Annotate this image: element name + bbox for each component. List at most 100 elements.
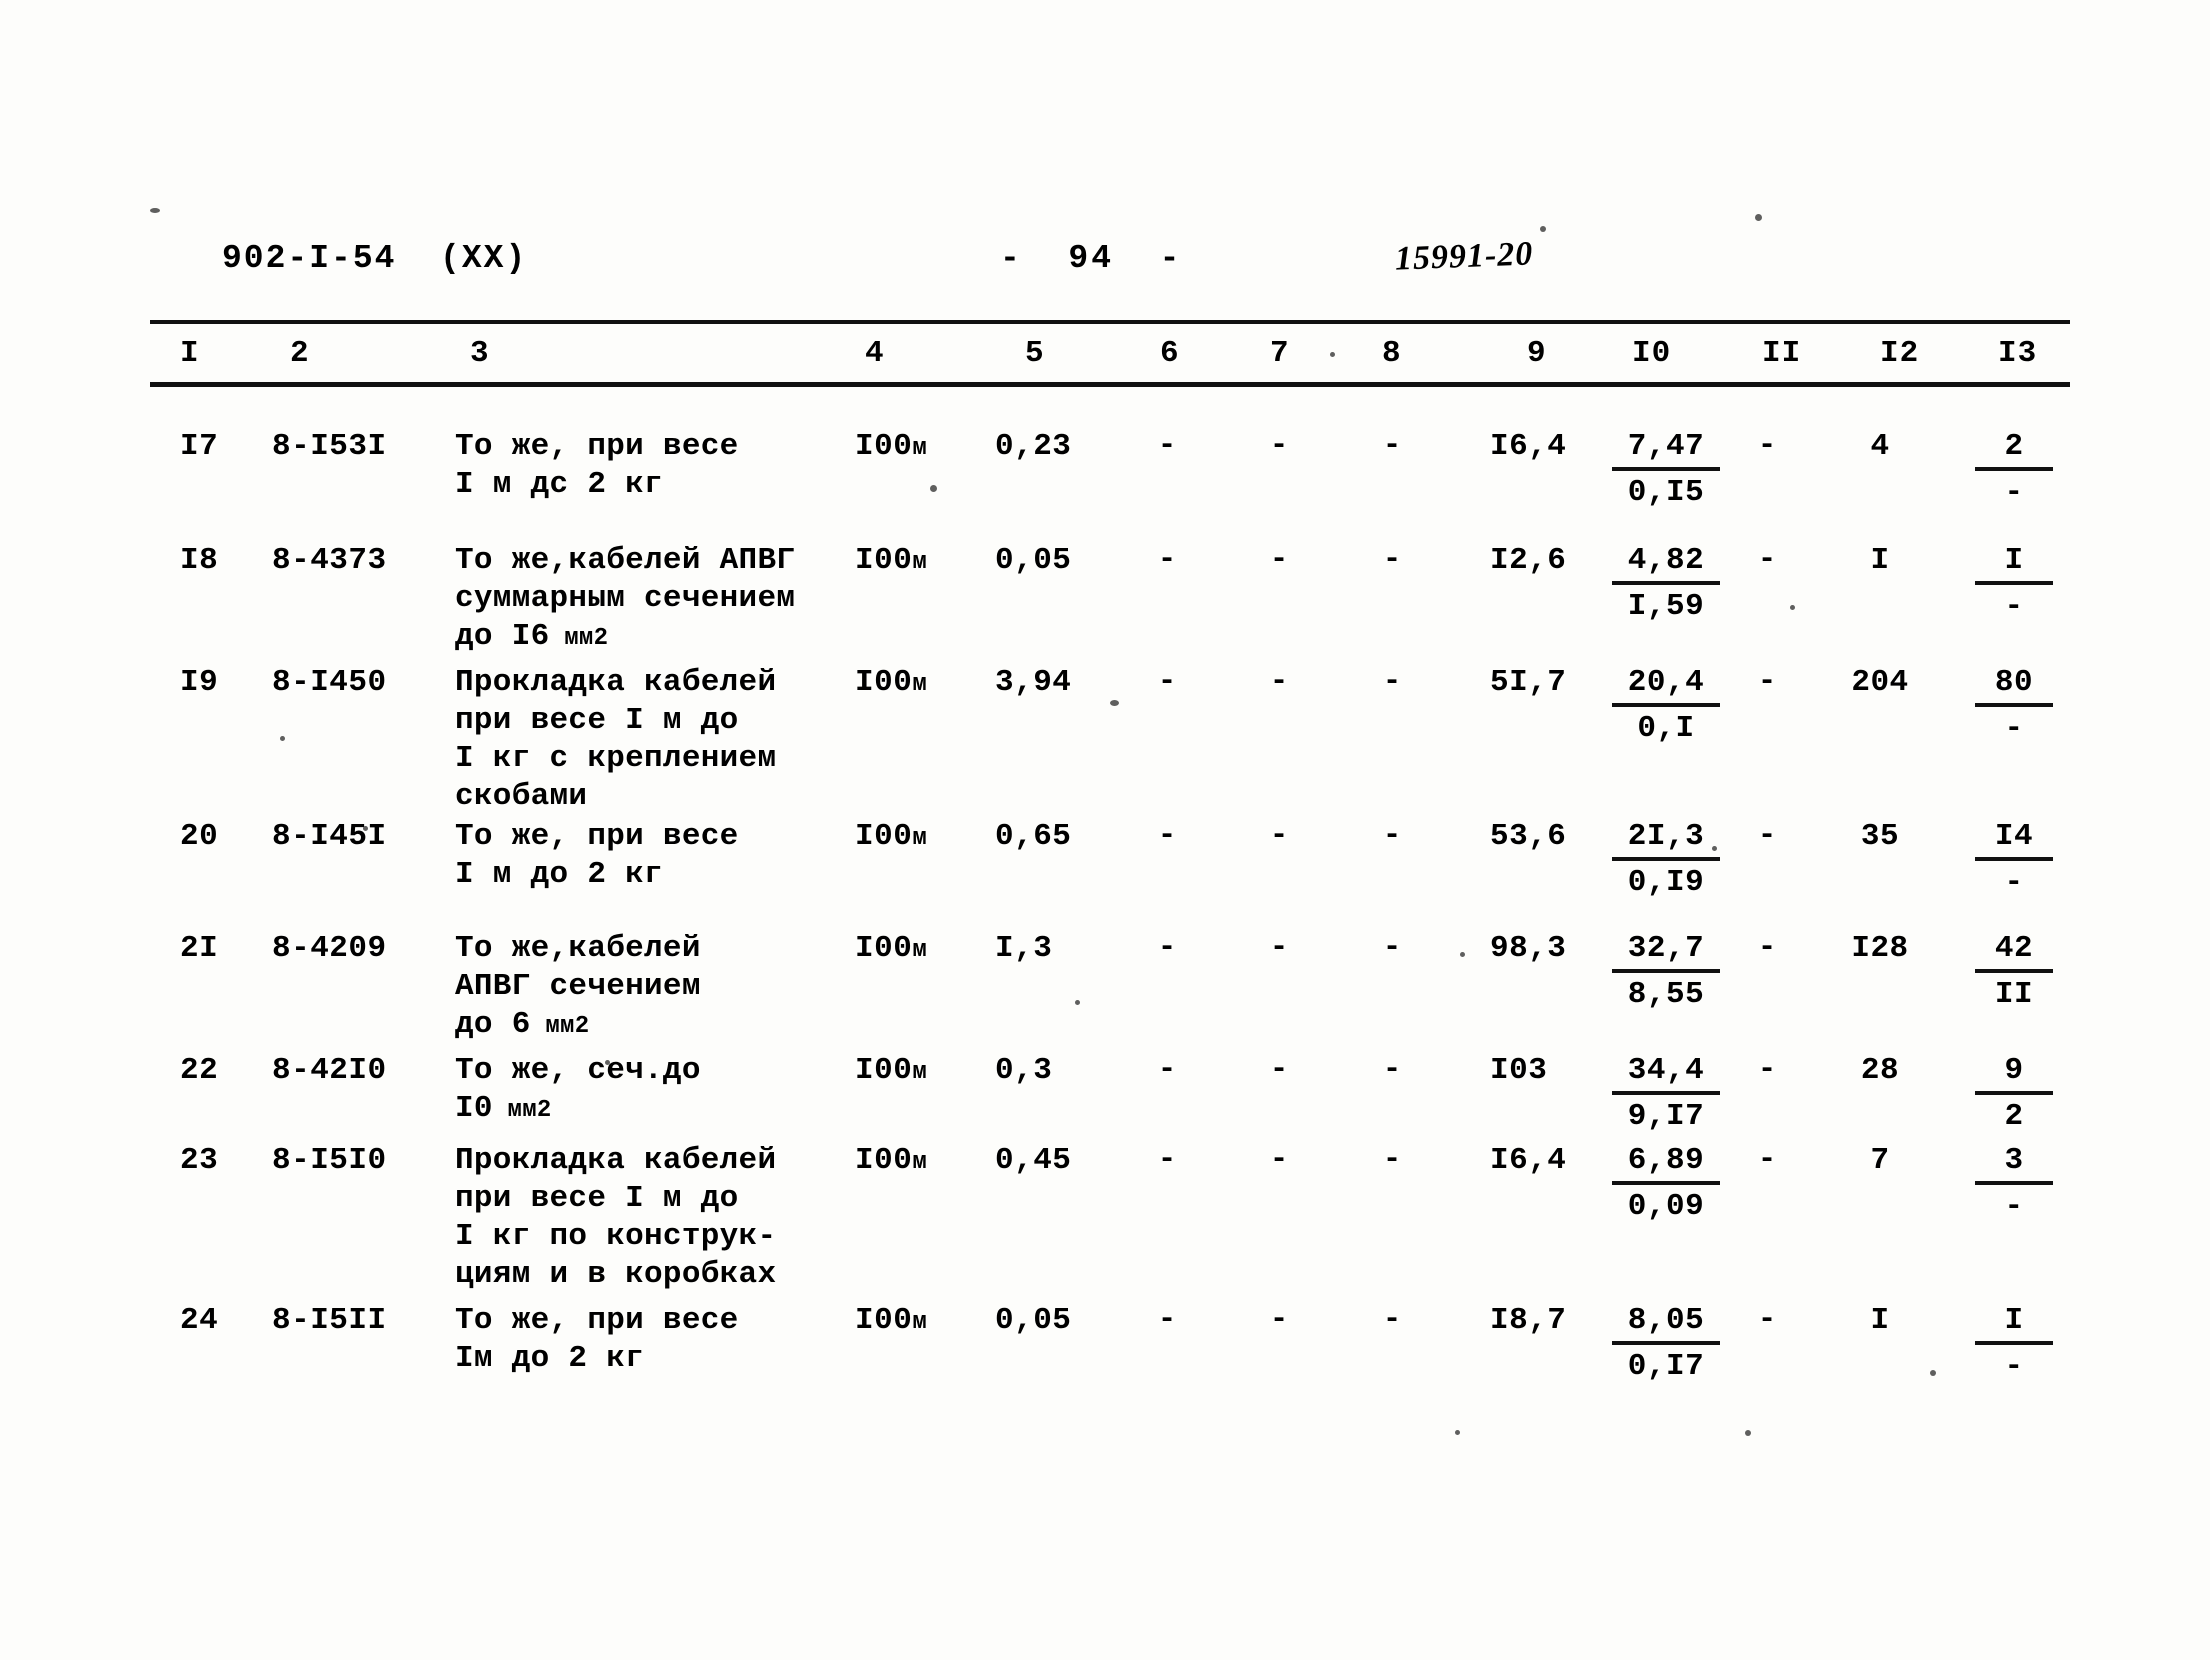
total-fraction-cell: I4- (1975, 818, 2053, 902)
total-cell: 35 (1860, 819, 1900, 854)
cost-cell: I2,6 (1490, 543, 1567, 578)
empty-value-cell-6: - (1157, 1302, 1177, 1337)
scan-speck (1930, 1370, 1936, 1376)
quantity-cell: 0,05 (995, 1303, 1072, 1338)
scan-speck (363, 826, 368, 831)
description-cell: Прокладка кабелей при весе I м до I кг с к… (455, 665, 777, 814)
norm-code-cell: 8-I450 (272, 665, 387, 700)
row-index-cell: 23 (180, 1143, 219, 1178)
scan-speck (1790, 605, 1795, 610)
scan-speck (1075, 1000, 1080, 1005)
norm-code-cell: 8-4209 (272, 931, 387, 966)
norm-code-cell: 8-I5I0 (272, 1143, 387, 1178)
empty-value-cell-7: - (1269, 428, 1289, 463)
labour-fraction-cell: 2I,3 0,I9 (1612, 818, 1720, 902)
scan-speck (1330, 352, 1335, 357)
column-header-1: I (180, 336, 200, 371)
unit-cell: I00м (855, 429, 928, 464)
row-index-cell: I8 (180, 543, 219, 578)
total-fraction-cell: 2- (1975, 428, 2053, 512)
empty-value-cell-11: - (1757, 1302, 1777, 1337)
description-cell: То же, при весе Iм до 2 кг (455, 1303, 739, 1376)
norm-code-cell: 8-I45I (272, 819, 387, 854)
total-fraction-cell: 80- (1975, 664, 2053, 748)
empty-value-cell-7: - (1269, 664, 1289, 699)
cost-cell: I6,4 (1490, 429, 1567, 464)
quantity-cell: 0,05 (995, 543, 1072, 578)
cost-cell: 53,6 (1490, 819, 1567, 854)
empty-value-cell-6: - (1157, 542, 1177, 577)
unit-cell: I00м (855, 1053, 928, 1088)
empty-value-cell-6: - (1157, 664, 1177, 699)
row-index-cell: I9 (180, 665, 219, 700)
empty-value-cell-8: - (1382, 818, 1402, 853)
description-cell: То же, при весе I м до 2 кг (455, 819, 739, 892)
empty-value-cell-6: - (1157, 1142, 1177, 1177)
empty-value-cell-11: - (1757, 542, 1777, 577)
total-cell: 4 (1870, 429, 1890, 464)
quantity-cell: I,3 (995, 931, 1053, 966)
empty-value-cell-8: - (1382, 930, 1402, 965)
total-fraction-cell: 3- (1975, 1142, 2053, 1226)
description-cell: То же, при весе I м дс 2 кг (455, 429, 739, 502)
unit-cell: I00м (855, 1303, 928, 1338)
row-index-cell: 22 (180, 1053, 219, 1088)
unit-cell: I00м (855, 543, 928, 578)
scan-speck (605, 1060, 610, 1065)
labour-fraction-cell: 20,4 0,I (1612, 664, 1720, 748)
cost-cell: 98,3 (1490, 931, 1567, 966)
unit-cell: I00м (855, 819, 928, 854)
column-header-10: I0 (1632, 336, 1672, 371)
unit-cell: I00м (855, 931, 928, 966)
norm-code-cell: 8-4373 (272, 543, 387, 578)
labour-fraction-cell: 7,47 0,I5 (1612, 428, 1720, 512)
description-cell: То же, сеч.до I0 мм2 (455, 1053, 701, 1126)
column-header-5: 5 (1025, 336, 1045, 371)
empty-value-cell-11: - (1757, 428, 1777, 463)
scan-speck (1460, 952, 1465, 957)
empty-value-cell-6: - (1157, 818, 1177, 853)
empty-value-cell-6: - (1157, 930, 1177, 965)
description-cell: Прокладка кабелей при весе I м до I кг по … (455, 1143, 777, 1292)
column-header-6: 6 (1160, 336, 1180, 371)
labour-fraction-cell: 32,7 8,55 (1612, 930, 1720, 1014)
scan-speck (1455, 1430, 1460, 1435)
column-header-7: 7 (1270, 336, 1290, 371)
page-number: - 94 - (1000, 240, 1183, 277)
total-cell: I (1870, 543, 1890, 578)
description-cell: То же,кабелей АПВГ сечением до 6 мм2 (455, 931, 701, 1042)
row-index-cell: I7 (180, 429, 219, 464)
empty-value-cell-7: - (1269, 818, 1289, 853)
total-cell: 7 (1870, 1143, 1890, 1178)
empty-value-cell-8: - (1382, 428, 1402, 463)
norm-code-cell: 8-42I0 (272, 1053, 387, 1088)
description-cell: То же,кабелей АПВГ суммарным сечением до I… (455, 543, 796, 654)
quantity-cell: 0,23 (995, 429, 1072, 464)
column-header-2: 2 (290, 336, 310, 371)
norm-code-cell: 8-I5II (272, 1303, 387, 1338)
empty-value-cell-6: - (1157, 1052, 1177, 1087)
labour-fraction-cell: 6,89 0,09 (1612, 1142, 1720, 1226)
empty-value-cell-8: - (1382, 1052, 1402, 1087)
row-index-cell: 20 (180, 819, 219, 854)
scan-speck (280, 736, 285, 741)
column-header-9: 9 (1527, 336, 1547, 371)
cost-cell: I8,7 (1490, 1303, 1567, 1338)
empty-value-cell-11: - (1757, 1142, 1777, 1177)
unit-cell: I00м (855, 665, 928, 700)
empty-value-cell-8: - (1382, 542, 1402, 577)
column-header-13: I3 (1998, 336, 2038, 371)
scan-speck (1755, 214, 1762, 221)
quantity-cell: 0,65 (995, 819, 1072, 854)
unit-cell: I00м (855, 1143, 928, 1178)
norm-code-cell: 8-I53I (272, 429, 387, 464)
scan-speck (150, 208, 160, 213)
total-cell: 28 (1860, 1053, 1900, 1088)
quantity-cell: 0,3 (995, 1053, 1053, 1088)
labour-fraction-cell: 4,82 I,59 (1612, 542, 1720, 626)
empty-value-cell-11: - (1757, 818, 1777, 853)
labour-fraction-cell: 8,05 0,I7 (1612, 1302, 1720, 1386)
total-fraction-cell: I- (1975, 1302, 2053, 1386)
empty-value-cell-8: - (1382, 664, 1402, 699)
empty-value-cell-7: - (1269, 1302, 1289, 1337)
